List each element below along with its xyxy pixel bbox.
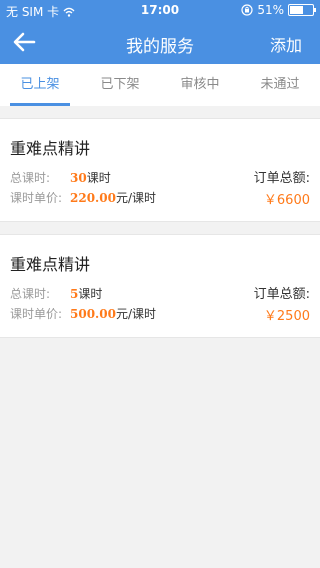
unit-price-value: 500.00元/课时 [70, 307, 156, 321]
order-total-value: ￥6600 [263, 193, 310, 208]
unit-price-value: 220.00元/课时 [70, 191, 156, 205]
hours-label: 总课时: [10, 287, 51, 301]
order-total-value: ￥2500 [263, 309, 310, 324]
order-total-label: 订单总额: [253, 171, 310, 186]
orientation-lock-icon [241, 4, 253, 16]
tab-reviewing[interactable]: 审核中 [160, 64, 240, 106]
tab-delisted[interactable]: 已下架 [80, 64, 160, 106]
nav-bar: 我的服务 添加 [0, 20, 320, 64]
unit-price-label: 课时单价: [10, 307, 63, 321]
hours-value: 30课时 [70, 171, 111, 185]
battery-text: 51% [257, 3, 284, 17]
order-total-label: 订单总额: [253, 287, 310, 302]
unit-price-label: 课时单价: [10, 191, 63, 205]
hours-value: 5课时 [70, 287, 103, 301]
battery-icon [288, 4, 316, 16]
service-name: 重难点精讲 [10, 255, 91, 274]
tab-rejected[interactable]: 未通过 [240, 64, 320, 106]
hours-label: 总课时: [10, 171, 51, 185]
status-tabs: 已上架 已下架 审核中 未通过 [0, 64, 320, 106]
service-card[interactable]: 重难点精讲 总课时: 5课时 课时单价: 500.00元/课时 订单总额: ￥2… [0, 234, 320, 338]
tab-listed[interactable]: 已上架 [0, 64, 80, 106]
service-list: 重难点精讲 总课时: 30课时 课时单价: 220.00元/课时 订单总额: ￥… [0, 118, 320, 350]
add-button[interactable]: 添加 [270, 32, 302, 56]
service-name: 重难点精讲 [10, 139, 91, 158]
battery-group: 51% [241, 3, 316, 17]
service-card[interactable]: 重难点精讲 总课时: 30课时 课时单价: 220.00元/课时 订单总额: ￥… [0, 118, 320, 222]
status-bar: 无 SIM 卡 17:00 51% [0, 0, 320, 20]
